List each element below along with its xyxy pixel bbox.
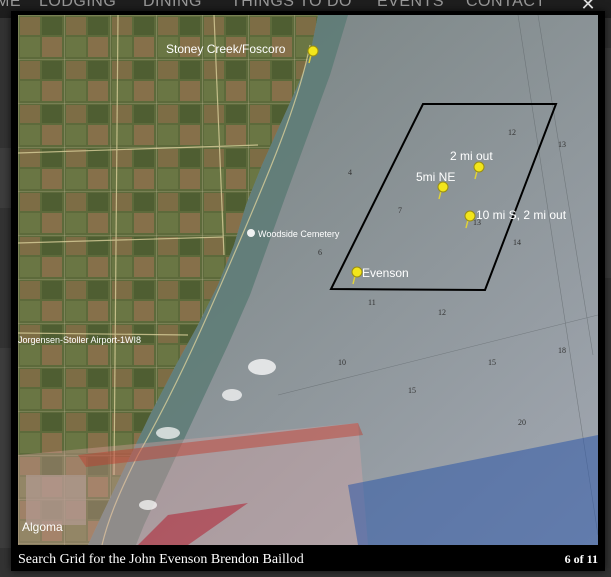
svg-text:12: 12 (508, 128, 516, 137)
lightbox: 12 13 13 14 7 11 12 15 18 20 15 10 64 Stoney C… (11, 11, 605, 571)
svg-text:11: 11 (368, 298, 376, 307)
svg-text:20: 20 (518, 418, 526, 427)
nav-item-lodging[interactable]: LODGING (39, 0, 116, 10)
pin-label-evenson: Evenson (362, 266, 409, 280)
svg-text:10: 10 (338, 358, 346, 367)
image-counter: 6 of 11 (564, 552, 598, 566)
svg-text:6: 6 (318, 248, 322, 257)
pin-label-10-mi-s: 10 mi S, 2 mi out (476, 208, 567, 222)
pin-label-2-mi-out: 2 mi out (450, 149, 493, 163)
nav-item-contact[interactable]: CONTACT (466, 0, 546, 10)
place-label-airport: Jorgensen-Stoller Airport-1WI8 (18, 335, 141, 345)
svg-text:4: 4 (348, 168, 352, 177)
nav-item-things-to-do[interactable]: THINGS TO DO (231, 0, 352, 10)
place-label-algoma: Algoma (22, 520, 63, 534)
lightbox-image: 12 13 13 14 7 11 12 15 18 20 15 10 64 Stoney C… (18, 15, 598, 545)
nav-item-dining[interactable]: DINING (143, 0, 202, 10)
place-label-stoney-creek: Stoney Creek/Foscoro (166, 42, 286, 56)
svg-text:15: 15 (488, 358, 496, 367)
svg-text:14: 14 (513, 238, 521, 247)
lightbox-caption: Search Grid for the John Evenson Brendon… (18, 552, 304, 567)
svg-text:15: 15 (408, 386, 416, 395)
svg-text:12: 12 (438, 308, 446, 317)
cemetery-marker-icon (247, 229, 255, 237)
nav-item-events[interactable]: EVENTS (377, 0, 444, 10)
nav-item-home[interactable]: ME (0, 0, 21, 10)
place-label-cemetery: Woodside Cemetery (258, 229, 340, 239)
search-grid-map: 1213 1314 711 1215 1820 1510 64 Stoney C… (18, 15, 598, 545)
close-icon[interactable]: ✕ (573, 0, 603, 14)
pin-label-5mi-ne: 5mi NE (416, 170, 455, 184)
svg-text:18: 18 (558, 346, 566, 355)
svg-text:13: 13 (558, 140, 566, 149)
svg-text:7: 7 (398, 206, 402, 215)
